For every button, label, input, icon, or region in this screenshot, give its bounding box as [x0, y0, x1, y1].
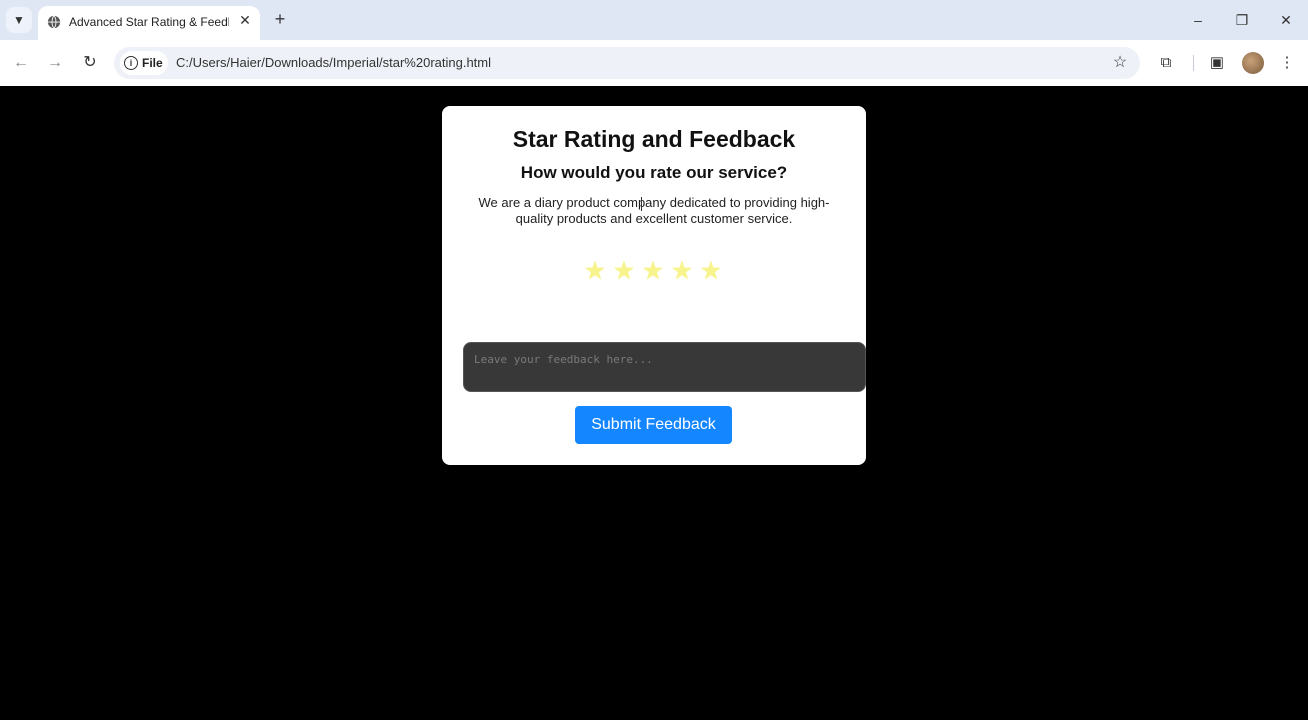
browser-toolbar: ← → ↻ i File C:/Users/Haier/Downloads/Im… [0, 40, 1308, 86]
restore-button[interactable]: ❐ [1229, 8, 1255, 32]
feedback-card: Star Rating and Feedback How would you r… [442, 106, 866, 465]
chevron-down-icon: ▼ [13, 13, 25, 27]
tab-search-button[interactable]: ▼ [6, 7, 32, 33]
star-icon-3[interactable]: ★ [640, 258, 666, 284]
company-description: We are a diary product company dedicated… [478, 195, 830, 226]
reload-button[interactable]: ↻ [79, 52, 101, 74]
rating-question: How would you rate our service? [520, 163, 788, 182]
side-panel-icon[interactable]: ▣ [1206, 52, 1228, 74]
globe-icon [47, 15, 61, 29]
feedback-placeholder: Leave your feedback here... [474, 353, 653, 366]
profile-avatar[interactable] [1242, 52, 1264, 74]
star-icon-2[interactable]: ★ [611, 258, 637, 284]
window-close-button[interactable]: ✕ [1273, 8, 1299, 32]
forward-button[interactable]: → [44, 52, 66, 74]
site-chip-label: File [142, 56, 163, 70]
star-rating: ★ ★ ★ ★ ★ [582, 258, 726, 288]
tab-close-icon[interactable]: ✕ [237, 12, 253, 28]
back-button[interactable]: ← [10, 52, 32, 74]
toolbar-divider [1193, 55, 1194, 71]
star-icon-5[interactable]: ★ [698, 258, 724, 284]
tab-title: Advanced Star Rating & Feedba [69, 15, 229, 29]
bookmark-star-icon[interactable]: ☆ [1110, 53, 1130, 73]
feedback-textarea[interactable]: Leave your feedback here... [463, 342, 866, 392]
tab-active[interactable]: Advanced Star Rating & Feedba ✕ [38, 6, 260, 40]
url-text[interactable]: C:/Users/Haier/Downloads/Imperial/star%2… [176, 55, 491, 70]
browser-menu-icon[interactable]: ⋮ [1276, 52, 1298, 74]
new-tab-button[interactable]: + [270, 8, 290, 30]
submit-feedback-button[interactable]: Submit Feedback [575, 406, 732, 444]
star-icon-4[interactable]: ★ [669, 258, 695, 284]
text-cursor-icon [641, 197, 648, 211]
star-icon-1[interactable]: ★ [582, 258, 608, 284]
site-info-chip[interactable]: i File [120, 51, 168, 75]
minimize-button[interactable]: – [1185, 8, 1211, 32]
page-title: Star Rating and Feedback [512, 126, 796, 152]
tab-strip: ▼ Advanced Star Rating & Feedba ✕ + – ❐ … [0, 0, 1308, 40]
info-icon: i [124, 56, 138, 70]
address-bar[interactable]: i File C:/Users/Haier/Downloads/Imperial… [114, 47, 1140, 79]
page-viewport: Star Rating and Feedback How would you r… [0, 86, 1308, 720]
extensions-icon[interactable]: ⧉ [1155, 52, 1177, 74]
